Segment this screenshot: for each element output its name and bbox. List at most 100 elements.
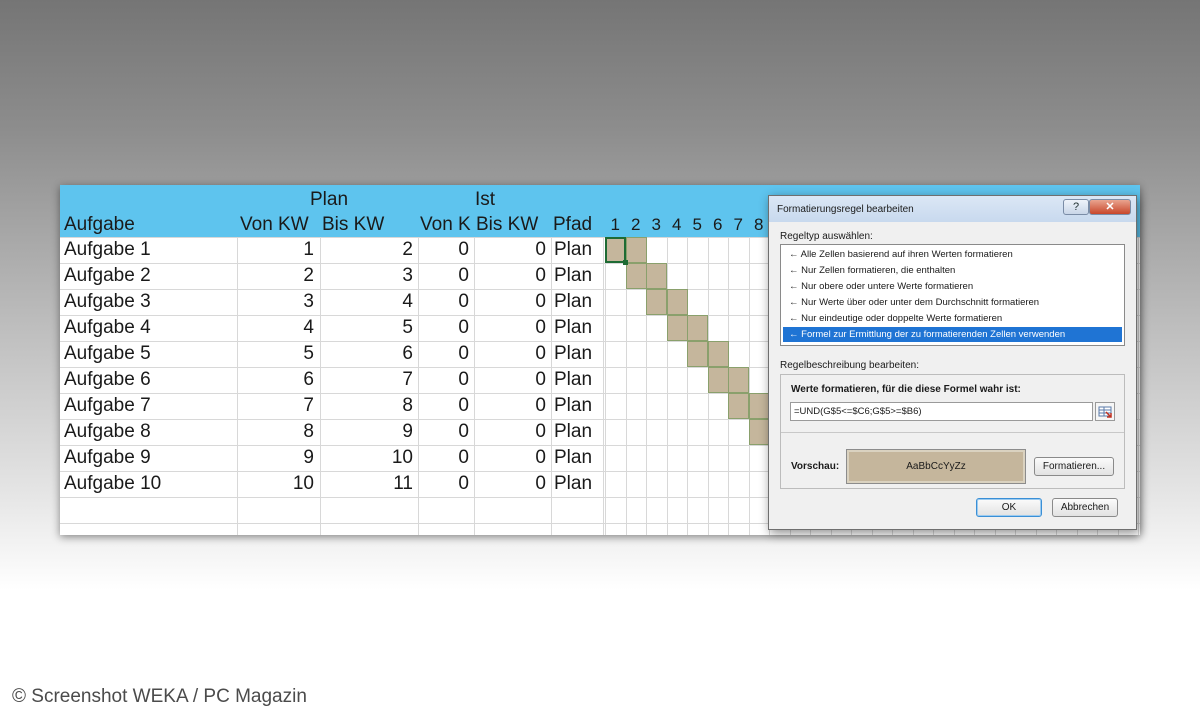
ruletype-option[interactable]: ← Nur eindeutige oder doppelte Werte for… (783, 311, 1122, 326)
gantt-bar-cell[interactable] (748, 393, 770, 419)
plan-bis-cell[interactable]: 10 (320, 445, 413, 471)
ist-von-cell[interactable]: 0 (418, 263, 469, 289)
plan-bis-cell[interactable]: 8 (320, 393, 413, 419)
ist-bis-cell[interactable]: 0 (474, 367, 546, 393)
plan-von-cell[interactable]: 4 (238, 315, 314, 341)
task-cell[interactable]: Aufgabe 10 (64, 471, 236, 497)
task-cell[interactable]: Aufgabe 4 (64, 315, 236, 341)
plan-von-cell[interactable]: 6 (238, 367, 314, 393)
ist-von-cell[interactable]: 0 (418, 289, 469, 315)
plan-bis-cell[interactable]: 7 (320, 367, 413, 393)
gantt-bar-cell[interactable] (646, 289, 667, 315)
plan-von-cell[interactable]: 10 (238, 471, 314, 497)
week-header-5[interactable]: 5 (687, 212, 708, 238)
pfad-cell[interactable]: Plan (554, 263, 604, 289)
plan-bis-cell[interactable]: 6 (320, 341, 413, 367)
col-header-ist-bis[interactable]: Bis KW (476, 212, 552, 238)
plan-bis-cell[interactable]: 2 (320, 237, 413, 263)
pfad-cell[interactable]: Plan (554, 315, 604, 341)
ruletype-option[interactable]: ← Nur Zellen formatieren, die enthalten (783, 263, 1122, 278)
formula-input[interactable]: =UND(G$5<=$C6;G$5>=$B6) (790, 402, 1093, 421)
task-cell[interactable]: Aufgabe 6 (64, 367, 236, 393)
plan-bis-cell[interactable]: 3 (320, 263, 413, 289)
task-cell[interactable]: Aufgabe 1 (64, 237, 236, 263)
ruletype-option[interactable]: ← Alle Zellen basierend auf ihren Werten… (783, 247, 1122, 262)
plan-von-cell[interactable]: 3 (238, 289, 314, 315)
cancel-button[interactable]: Abbrechen (1052, 498, 1118, 517)
fill-handle[interactable] (622, 260, 628, 265)
week-header-3[interactable]: 3 (646, 212, 667, 238)
ist-von-cell[interactable]: 0 (418, 315, 469, 341)
ist-von-cell[interactable]: 0 (418, 367, 469, 393)
help-button[interactable]: ? (1063, 199, 1089, 215)
ist-bis-cell[interactable]: 0 (474, 237, 546, 263)
plan-bis-cell[interactable]: 5 (320, 315, 413, 341)
pfad-cell[interactable]: Plan (554, 393, 604, 419)
plan-bis-cell[interactable]: 4 (320, 289, 413, 315)
ist-von-cell[interactable]: 0 (418, 237, 469, 263)
pfad-cell[interactable]: Plan (554, 445, 604, 471)
plan-von-cell[interactable]: 1 (238, 237, 314, 263)
plan-von-cell[interactable]: 9 (238, 445, 314, 471)
week-header-6[interactable]: 6 (708, 212, 729, 238)
pfad-cell[interactable]: Plan (554, 341, 604, 367)
week-header-8[interactable]: 8 (749, 212, 770, 238)
range-select-button[interactable] (1095, 402, 1115, 421)
gantt-bar-cell[interactable] (687, 341, 708, 367)
week-header-2[interactable]: 2 (626, 212, 647, 238)
col-header-pfad[interactable]: Pfad (553, 212, 605, 238)
gantt-bar-cell[interactable] (646, 263, 667, 289)
ruletype-option[interactable]: ← Nur obere oder untere Werte formatiere… (783, 279, 1122, 294)
ist-von-cell[interactable]: 0 (418, 341, 469, 367)
plan-bis-cell[interactable]: 11 (320, 471, 413, 497)
week-header-4[interactable]: 4 (667, 212, 688, 238)
ist-bis-cell[interactable]: 0 (474, 419, 546, 445)
task-cell[interactable]: Aufgabe 7 (64, 393, 236, 419)
task-cell[interactable]: Aufgabe 9 (64, 445, 236, 471)
ruletype-option[interactable]: ← Nur Werte über oder unter dem Durchsch… (783, 295, 1122, 310)
ist-bis-cell[interactable]: 0 (474, 471, 546, 497)
pfad-cell[interactable]: Plan (554, 419, 604, 445)
pfad-cell[interactable]: Plan (554, 367, 604, 393)
ist-von-cell[interactable]: 0 (418, 393, 469, 419)
col-header-aufgabe[interactable]: Aufgabe (64, 212, 239, 238)
task-cell[interactable]: Aufgabe 3 (64, 289, 236, 315)
gantt-bar-cell[interactable] (666, 289, 688, 315)
dialog-titlebar[interactable]: Formatierungsregel bearbeiten ? ✕ (769, 196, 1136, 222)
gantt-bar-cell[interactable] (625, 263, 647, 289)
col-header-plan-von[interactable]: Von KW (240, 212, 320, 238)
close-button[interactable]: ✕ (1089, 199, 1131, 215)
plan-von-cell[interactable]: 7 (238, 393, 314, 419)
ist-bis-cell[interactable]: 0 (474, 445, 546, 471)
ruletype-list[interactable]: ← Alle Zellen basierend auf ihren Werten… (780, 244, 1125, 346)
ist-bis-cell[interactable]: 0 (474, 315, 546, 341)
ist-bis-cell[interactable]: 0 (474, 289, 546, 315)
gantt-bar-cell[interactable] (707, 341, 729, 367)
gantt-bar-cell[interactable] (687, 315, 708, 341)
task-cell[interactable]: Aufgabe 5 (64, 341, 236, 367)
week-header-1[interactable]: 1 (605, 212, 626, 238)
gantt-bar-cell[interactable] (707, 367, 729, 393)
gantt-bar-cell[interactable] (625, 237, 647, 263)
col-header-plan-bis[interactable]: Bis KW (322, 212, 419, 238)
task-cell[interactable]: Aufgabe 2 (64, 263, 236, 289)
ist-bis-cell[interactable]: 0 (474, 341, 546, 367)
gantt-bar-cell[interactable] (728, 367, 749, 393)
pfad-cell[interactable]: Plan (554, 289, 604, 315)
pfad-cell[interactable]: Plan (554, 471, 604, 497)
gantt-bar-cell[interactable] (728, 393, 749, 419)
plan-von-cell[interactable]: 5 (238, 341, 314, 367)
ist-von-cell[interactable]: 0 (418, 471, 469, 497)
ok-button[interactable]: OK (976, 498, 1042, 517)
gantt-bar-cell[interactable] (666, 315, 688, 341)
ist-bis-cell[interactable]: 0 (474, 263, 546, 289)
ist-von-cell[interactable]: 0 (418, 419, 469, 445)
plan-bis-cell[interactable]: 9 (320, 419, 413, 445)
week-header-7[interactable]: 7 (728, 212, 749, 238)
plan-von-cell[interactable]: 8 (238, 419, 314, 445)
plan-von-cell[interactable]: 2 (238, 263, 314, 289)
ist-bis-cell[interactable]: 0 (474, 393, 546, 419)
col-header-ist-von[interactable]: Von K (420, 212, 475, 238)
format-button[interactable]: Formatieren... (1034, 457, 1114, 476)
pfad-cell[interactable]: Plan (554, 237, 604, 263)
